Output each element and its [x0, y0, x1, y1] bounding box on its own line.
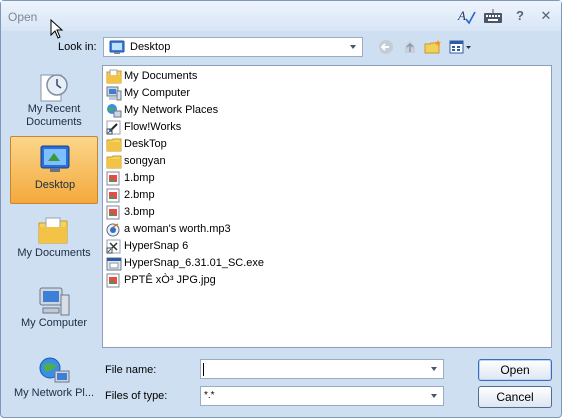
place-label: My Recent Documents: [26, 103, 82, 128]
file-name: 1.bmp: [124, 172, 155, 184]
views-menu-icon[interactable]: [449, 39, 473, 55]
place-my-computer[interactable]: My Computer: [10, 279, 98, 347]
bitmap-icon: [106, 171, 120, 186]
look-in-label: Look in:: [58, 41, 97, 53]
place-label: Desktop: [34, 179, 76, 191]
open-button[interactable]: Open: [478, 359, 552, 381]
look-in-dropdown[interactable]: Desktop: [103, 37, 363, 57]
folder-icon: [106, 155, 122, 169]
audio-icon: [106, 223, 120, 237]
file-name: HyperSnap_6.31.01_SC.exe: [124, 257, 265, 269]
file-name-label: File name:: [105, 364, 157, 376]
file-name: songyan: [124, 155, 166, 167]
file-name: 3.bmp: [124, 206, 155, 218]
place-label: My Computer: [20, 317, 88, 329]
folder-icon: [106, 138, 122, 152]
files-of-type-dropdown[interactable]: *.*: [200, 386, 444, 406]
close-button[interactable]: ✕: [536, 8, 556, 24]
file-name: PPTÊ xÒ³ JPG.jpg: [124, 274, 216, 286]
my-computer-icon: [39, 287, 70, 316]
file-name: DeskTop: [124, 138, 167, 150]
desktop-small-icon: [109, 40, 125, 54]
file-name: HyperSnap 6: [124, 240, 189, 252]
chevron-down-icon[interactable]: [427, 389, 441, 403]
file-name: 2.bmp: [124, 189, 155, 201]
files-of-type-label: Files of type:: [105, 390, 168, 402]
recent-documents-icon: [40, 74, 68, 102]
file-name: Flow!Works: [124, 121, 182, 133]
computer-icon: [106, 86, 122, 101]
hypersnap-icon: [106, 239, 121, 254]
place-my-network-places[interactable]: My Network Pl...: [10, 349, 98, 417]
places-bar: My Recent Documents Desktop My Documents: [8, 63, 100, 403]
place-desktop[interactable]: Desktop: [10, 136, 98, 204]
my-documents-icon: [38, 217, 68, 244]
place-label: My Documents: [17, 247, 91, 259]
open-dialog: Open A ? ✕ Look in: Desktop My Recent Do…: [0, 0, 562, 418]
files-of-type-value: *.*: [204, 390, 215, 401]
place-my-documents[interactable]: My Documents: [10, 209, 98, 277]
chevron-down-icon[interactable]: [346, 40, 360, 54]
cancel-button[interactable]: Cancel: [478, 386, 552, 408]
up-folder-icon[interactable]: [401, 39, 419, 55]
spell-icon[interactable]: A: [456, 7, 476, 25]
svg-text:A: A: [457, 8, 466, 23]
file-name-input[interactable]: [200, 359, 444, 379]
exe-icon: [106, 257, 122, 271]
folder-docs-icon: [106, 69, 122, 84]
jpg-icon: [106, 273, 120, 288]
network-places-icon: [39, 357, 70, 383]
shortcut-icon: [106, 120, 121, 135]
window-title: Open: [8, 10, 38, 24]
file-name: a woman's worth.mp3: [124, 223, 231, 235]
look-in-value: Desktop: [130, 41, 171, 53]
desktop-icon: [40, 145, 70, 172]
bitmap-icon: [106, 188, 120, 203]
keyboard-icon[interactable]: [483, 7, 503, 25]
text-caret: [203, 363, 204, 376]
title-bar[interactable]: Open A ? ✕: [1, 1, 561, 31]
back-arrow-icon[interactable]: [378, 39, 396, 55]
file-list[interactable]: My Documents My Computer My Network Plac…: [102, 65, 552, 348]
file-name: My Network Places: [124, 104, 219, 116]
help-button[interactable]: ?: [510, 8, 530, 23]
chevron-down-icon[interactable]: [427, 362, 441, 376]
network-icon: [107, 104, 122, 118]
file-name: My Documents: [124, 70, 198, 82]
place-label: My Network Pl...: [13, 387, 95, 399]
new-folder-icon[interactable]: [424, 39, 442, 55]
place-my-recent-documents[interactable]: My Recent Documents: [10, 65, 98, 133]
bitmap-icon: [106, 205, 120, 220]
file-name: My Computer: [124, 87, 191, 99]
mouse-cursor-icon: [50, 19, 64, 39]
